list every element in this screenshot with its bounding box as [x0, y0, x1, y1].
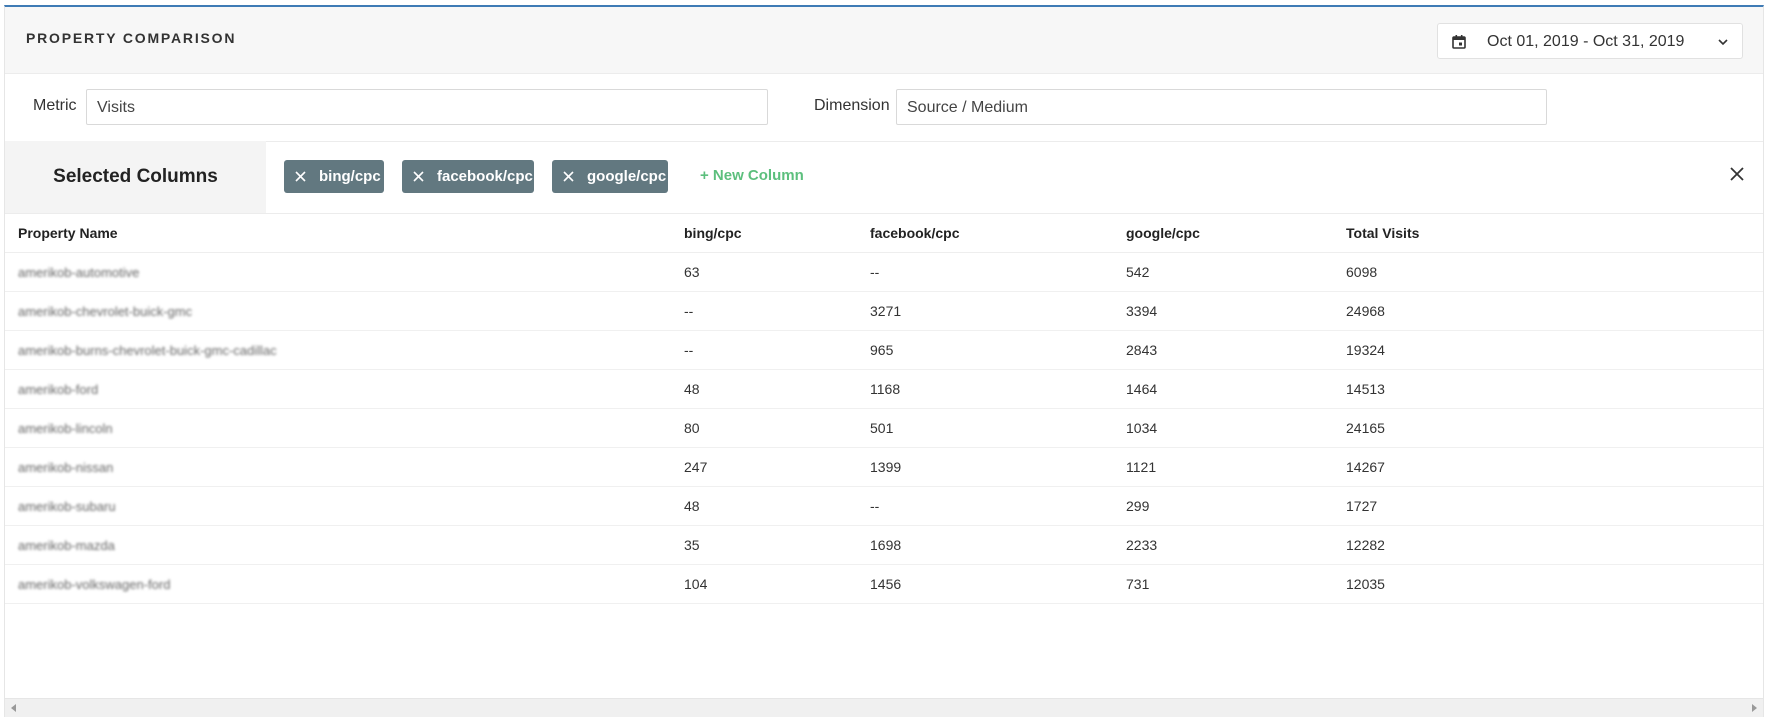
property-name-text: amerikob-burns-chevrolet-buick-gmc-cadil…	[18, 343, 277, 358]
table-cell: 1168	[870, 369, 1126, 409]
table-cell: --	[870, 486, 1126, 526]
property-name-cell: amerikob-mazda	[5, 525, 684, 565]
table-cell: 48	[684, 369, 870, 409]
property-name-text: amerikob-subaru	[18, 499, 116, 514]
close-icon[interactable]	[563, 171, 574, 182]
table-cell: 80	[684, 408, 870, 448]
table-row: amerikob-lincoln 80 501 1034 24165	[5, 408, 1763, 448]
table-cell: 1121	[1126, 447, 1346, 487]
scroll-left-icon[interactable]	[11, 704, 16, 712]
property-name-cell: amerikob-subaru	[5, 486, 684, 526]
close-icon[interactable]	[413, 171, 424, 182]
selected-columns-row: Selected Columns bing/cpc facebook/cpc g…	[5, 141, 1763, 214]
table-cell: 3271	[870, 291, 1126, 331]
property-name-cell: amerikob-automotive	[5, 252, 684, 292]
horizontal-scrollbar[interactable]	[5, 698, 1763, 717]
table-row: amerikob-burns-chevrolet-buick-gmc-cadil…	[5, 330, 1763, 370]
column-header[interactable]: facebook/cpc	[870, 213, 1126, 253]
table-header-row: Property Name bing/cpc facebook/cpc goog…	[5, 213, 1763, 253]
panel-header: PROPERTY COMPARISON Oct 01, 2019 - Oct 3…	[5, 7, 1763, 74]
table-cell: 35	[684, 525, 870, 565]
table-row: amerikob-subaru 48 -- 299 1727	[5, 486, 1763, 526]
table-cell: 299	[1126, 486, 1346, 526]
table-cell: 731	[1126, 564, 1346, 604]
table-cell: 63	[684, 252, 870, 292]
table-cell: 965	[870, 330, 1126, 370]
property-name-text: amerikob-nissan	[18, 460, 114, 475]
date-range-text: Oct 01, 2019 - Oct 31, 2019	[1487, 33, 1685, 50]
dimension-label: Dimension	[814, 97, 890, 114]
column-header[interactable]: bing/cpc	[684, 213, 870, 253]
close-icon[interactable]	[1729, 166, 1745, 182]
table-row: amerikob-volkswagen-ford 104 1456 731 12035	[5, 564, 1763, 604]
chip-label: google/cpc	[587, 168, 667, 185]
table-row: amerikob-chevrolet-buick-gmc -- 3271 3394 24…	[5, 291, 1763, 331]
metric-label: Metric	[33, 97, 77, 114]
table-cell: 1727	[1346, 486, 1763, 526]
table-cell: 12035	[1346, 564, 1763, 604]
table-cell: 19324	[1346, 330, 1763, 370]
table-cell: --	[684, 291, 870, 331]
table-cell: 14267	[1346, 447, 1763, 487]
chip-label: facebook/cpc	[437, 168, 533, 185]
column-header[interactable]: Property Name	[5, 213, 684, 253]
table-cell: 1464	[1126, 369, 1346, 409]
column-header[interactable]: google/cpc	[1126, 213, 1346, 253]
dimension-field[interactable]: Source / Medium	[896, 89, 1547, 125]
chip-label: bing/cpc	[319, 168, 381, 185]
table-cell: 1034	[1126, 408, 1346, 448]
property-name-text: amerikob-ford	[18, 382, 99, 397]
property-name-text: amerikob-automotive	[18, 265, 140, 280]
table-row: amerikob-ford 48 1168 1464 14513	[5, 369, 1763, 409]
chip-google-cpc[interactable]: google/cpc	[552, 160, 668, 193]
calendar-icon	[1452, 35, 1466, 49]
filters-row: Metric Visits Dimension Source / Medium	[5, 73, 1763, 142]
table-cell: 1456	[870, 564, 1126, 604]
table-cell: 48	[684, 486, 870, 526]
close-icon[interactable]	[295, 171, 306, 182]
table-cell: 14513	[1346, 369, 1763, 409]
chip-bing-cpc[interactable]: bing/cpc	[284, 160, 384, 193]
table-cell: 542	[1126, 252, 1346, 292]
property-name-cell: amerikob-nissan	[5, 447, 684, 487]
table-cell: --	[684, 330, 870, 370]
property-name-text: amerikob-volkswagen-ford	[18, 577, 171, 592]
property-comparison-panel: PROPERTY COMPARISON Oct 01, 2019 - Oct 3…	[4, 5, 1764, 717]
table-row: amerikob-mazda 35 1698 2233 12282	[5, 525, 1763, 565]
page-title: PROPERTY COMPARISON	[26, 30, 237, 46]
table-cell: --	[870, 252, 1126, 292]
property-name-cell: amerikob-volkswagen-ford	[5, 564, 684, 604]
date-range-picker[interactable]: Oct 01, 2019 - Oct 31, 2019	[1437, 23, 1743, 59]
selected-columns-label: Selected Columns	[5, 141, 266, 213]
new-column-button[interactable]: + New Column	[700, 167, 804, 184]
table-cell: 1399	[870, 447, 1126, 487]
table-cell: 12282	[1346, 525, 1763, 565]
table-row: amerikob-automotive 63 -- 542 6098	[5, 252, 1763, 292]
property-name-cell: amerikob-chevrolet-buick-gmc	[5, 291, 684, 331]
table-cell: 2233	[1126, 525, 1346, 565]
table-cell: 104	[684, 564, 870, 604]
column-header[interactable]: Total Visits	[1346, 213, 1763, 253]
property-name-text: amerikob-chevrolet-buick-gmc	[18, 304, 193, 319]
property-name-cell: amerikob-lincoln	[5, 408, 684, 448]
property-name-cell: amerikob-burns-chevrolet-buick-gmc-cadil…	[5, 330, 684, 370]
chevron-down-icon	[1718, 39, 1728, 46]
table-cell: 3394	[1126, 291, 1346, 331]
comparison-table: Property Name bing/cpc facebook/cpc goog…	[5, 213, 1763, 615]
table-cell: 501	[870, 408, 1126, 448]
property-name-text: amerikob-mazda	[18, 538, 115, 553]
table-cell: 247	[684, 447, 870, 487]
scroll-right-icon[interactable]	[1752, 704, 1757, 712]
table-cell: 6098	[1346, 252, 1763, 292]
property-name-cell: amerikob-ford	[5, 369, 684, 409]
table-cell: 1698	[870, 525, 1126, 565]
table-cell: 2843	[1126, 330, 1346, 370]
table-cell: 24968	[1346, 291, 1763, 331]
table-cell: 24165	[1346, 408, 1763, 448]
property-name-text: amerikob-lincoln	[18, 421, 113, 436]
metric-field[interactable]: Visits	[86, 89, 768, 125]
table-row: amerikob-nissan 247 1399 1121 14267	[5, 447, 1763, 487]
chip-facebook-cpc[interactable]: facebook/cpc	[402, 160, 534, 193]
